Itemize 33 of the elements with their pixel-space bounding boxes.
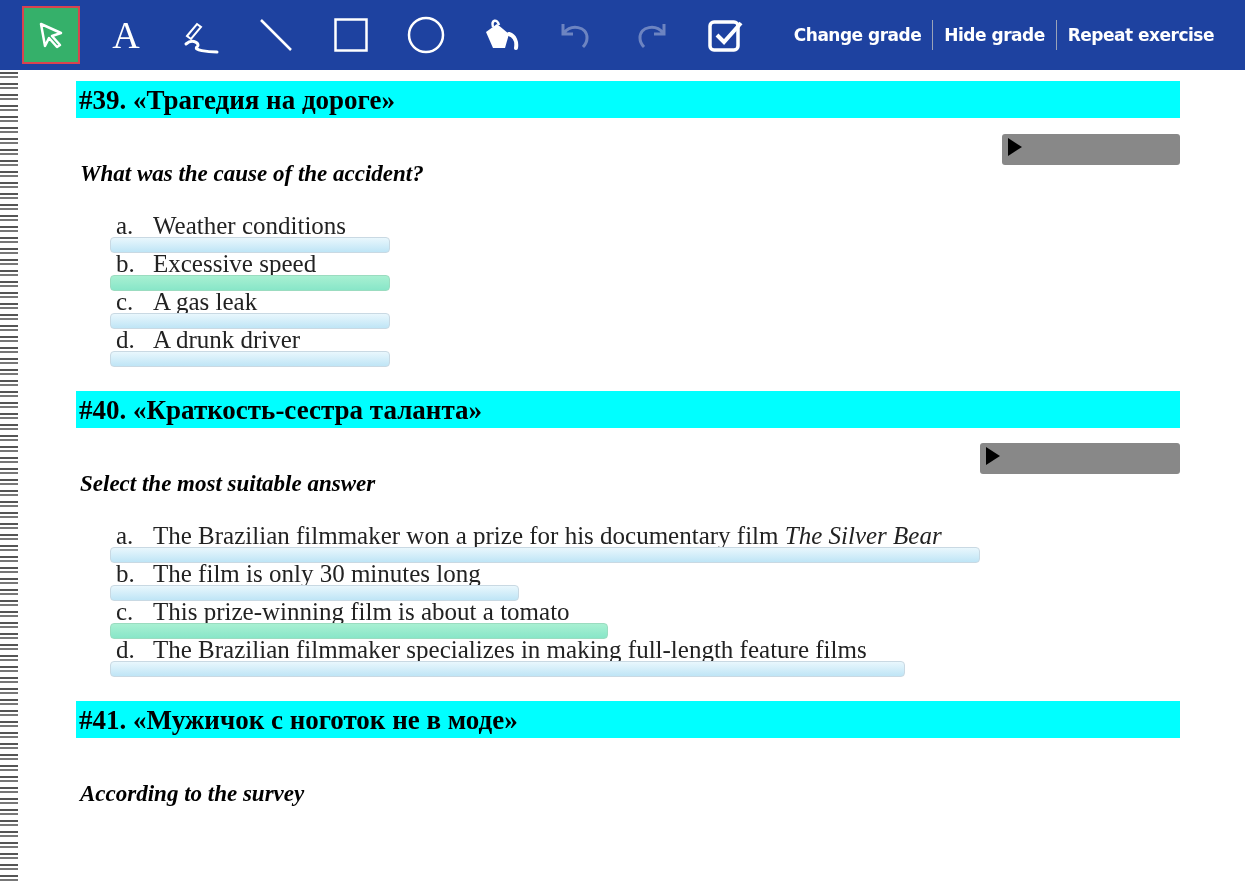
question-text: What was the cause of the accident? bbox=[79, 161, 424, 187]
answer-box[interactable] bbox=[110, 351, 390, 367]
option-text: a. The Brazilian filmmaker won a prize for his documentary film The Silver Bear bbox=[115, 525, 943, 547]
toolbar-link[interactable]: Hide grade bbox=[933, 25, 1056, 45]
text-tool-button[interactable]: A bbox=[97, 6, 155, 64]
answer-box[interactable] bbox=[110, 237, 390, 253]
option-text: b. The film is only 30 minutes long bbox=[115, 563, 482, 585]
exercise-heading: #41. «Мужичок с ноготок не в моде» bbox=[76, 701, 1180, 738]
answer-box[interactable] bbox=[110, 661, 905, 677]
play-icon bbox=[1008, 138, 1022, 156]
option-text: a. Weather conditions bbox=[115, 215, 348, 237]
option-text: d. The Brazilian filmmaker specializes in making full-length feature films bbox=[115, 639, 868, 661]
option-text: b. Excessive speed bbox=[115, 253, 318, 275]
answer-box[interactable] bbox=[110, 313, 390, 329]
option-text: d. A drunk driver bbox=[115, 329, 302, 351]
question-text: Select the most suitable answer bbox=[79, 471, 376, 497]
answer-box[interactable] bbox=[110, 585, 519, 601]
circle-icon bbox=[407, 16, 445, 54]
paint-bucket-icon bbox=[483, 18, 519, 52]
checkbox-icon bbox=[708, 18, 744, 52]
rectangle-icon bbox=[334, 18, 368, 52]
audio-player[interactable] bbox=[1002, 134, 1180, 165]
pointer-tool-button[interactable] bbox=[22, 6, 80, 64]
audio-player[interactable] bbox=[980, 443, 1180, 474]
exercise-heading: #39. «Трагедия на дороге» bbox=[76, 81, 1180, 118]
toolbar-link[interactable]: Repeat exercise bbox=[1056, 25, 1225, 45]
line-icon bbox=[258, 17, 294, 53]
exercise-heading: #40. «Краткость-сестра таланта» bbox=[76, 391, 1180, 428]
question-text: According to the survey bbox=[78, 781, 305, 807]
toolbar-link[interactable]: Change grade bbox=[782, 25, 933, 45]
option-text: c. This prize-winning film is about a tomato bbox=[115, 601, 571, 623]
play-icon bbox=[986, 447, 1000, 465]
answer-box[interactable] bbox=[110, 547, 980, 563]
